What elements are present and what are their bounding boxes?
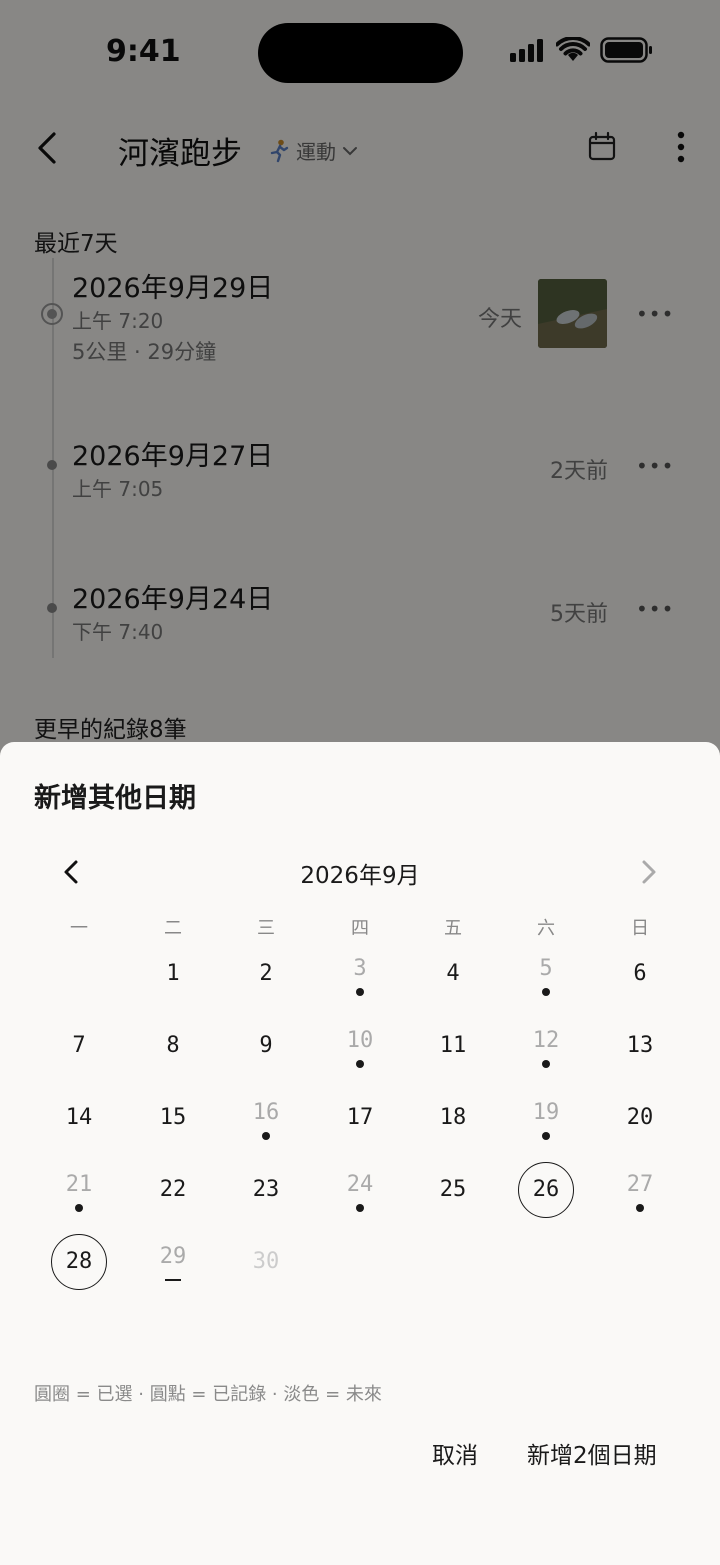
day-number: 12 [532, 1028, 560, 1053]
day-number: 6 [633, 961, 647, 986]
day-number: 4 [446, 961, 460, 986]
today-indicator [165, 1279, 181, 1281]
calendar-day-12[interactable]: 12 [516, 1016, 576, 1076]
dynamic-island [258, 23, 463, 83]
calendar-day-15[interactable]: 15 [143, 1088, 203, 1148]
day-number: 22 [159, 1177, 187, 1202]
calendar-day-23[interactable]: 23 [236, 1160, 296, 1220]
recorded-dot [542, 988, 550, 996]
recorded-dot [356, 988, 364, 996]
screen: 9:41 河濱跑步 運動 最近7天 2026年9月29日 上午 7:20 5公里… [0, 0, 720, 1565]
calendar-day-7[interactable]: 7 [49, 1016, 109, 1076]
calendar-day-13[interactable]: 13 [610, 1016, 670, 1076]
weekday-label: 二 [164, 918, 182, 939]
calendar-day-24[interactable]: 24 [330, 1160, 390, 1220]
day-number: 3 [353, 956, 367, 981]
calendar-day-29[interactable]: 29 [143, 1232, 203, 1292]
day-number: 9 [259, 1033, 273, 1058]
day-number: 11 [439, 1033, 467, 1058]
day-number: 5 [539, 956, 553, 981]
day-number: 8 [166, 1033, 180, 1058]
day-number: 17 [346, 1105, 374, 1130]
calendar-day-5[interactable]: 5 [516, 944, 576, 1004]
calendar-day-3[interactable]: 3 [330, 944, 390, 1004]
day-number: 27 [626, 1172, 654, 1197]
day-number: 19 [532, 1100, 560, 1125]
month-label: 2026年9月 [300, 863, 420, 889]
chevron-right-icon[interactable] [632, 854, 664, 890]
weekday-label: 一 [70, 918, 88, 939]
day-number: 15 [159, 1105, 187, 1130]
day-number: 18 [439, 1105, 467, 1130]
calendar-day-18[interactable]: 18 [423, 1088, 483, 1148]
recorded-dot [262, 1132, 270, 1140]
day-number: 2 [259, 961, 273, 986]
day-number: 1 [166, 961, 180, 986]
recorded-dot [542, 1132, 550, 1140]
day-number: 13 [626, 1033, 654, 1058]
day-number: 30 [252, 1249, 280, 1274]
calendar-day-25[interactable]: 25 [423, 1160, 483, 1220]
weekday-label: 四 [351, 918, 369, 939]
day-number: 23 [252, 1177, 280, 1202]
day-number: 25 [439, 1177, 467, 1202]
day-number: 10 [346, 1028, 374, 1053]
day-number: 7 [72, 1033, 86, 1058]
calendar-day-22[interactable]: 22 [143, 1160, 203, 1220]
calendar-day-4[interactable]: 4 [423, 944, 483, 1004]
day-number: 29 [159, 1244, 187, 1269]
weekday-label: 日 [631, 918, 649, 939]
calendar-day-16[interactable]: 16 [236, 1088, 296, 1148]
day-number: 14 [65, 1105, 93, 1130]
recorded-dot [75, 1204, 83, 1212]
day-number: 16 [252, 1100, 280, 1125]
day-number: 24 [346, 1172, 374, 1197]
weekday-label: 五 [444, 918, 462, 939]
calendar-day-19[interactable]: 19 [516, 1088, 576, 1148]
add-dates-button[interactable]: 新增2個日期 [527, 1436, 657, 1470]
weekday-label: 三 [257, 918, 275, 939]
sheet-title: 新增其他日期 [34, 783, 196, 814]
calendar-day-14[interactable]: 14 [49, 1088, 109, 1148]
day-number: 28 [65, 1249, 93, 1274]
calendar-day-21[interactable]: 21 [49, 1160, 109, 1220]
calendar-day-10[interactable]: 10 [330, 1016, 390, 1076]
calendar-day-26[interactable]: 26 [518, 1162, 574, 1218]
calendar-day-30: 30 [236, 1232, 296, 1292]
calendar-day-8[interactable]: 8 [143, 1016, 203, 1076]
calendar-day-6[interactable]: 6 [610, 944, 670, 1004]
calendar-day-17[interactable]: 17 [330, 1088, 390, 1148]
calendar-day-28[interactable]: 28 [51, 1234, 107, 1290]
calendar-day-11[interactable]: 11 [423, 1016, 483, 1076]
day-number: 26 [532, 1177, 560, 1202]
calendar-day-2[interactable]: 2 [236, 944, 296, 1004]
day-number: 20 [626, 1105, 654, 1130]
calendar-day-20[interactable]: 20 [610, 1088, 670, 1148]
recorded-dot [356, 1060, 364, 1068]
recorded-dot [542, 1060, 550, 1068]
recorded-dot [356, 1204, 364, 1212]
calendar-legend: 圓圈 = 已選 · 圓點 = 已記錄 · 淡色 = 未來 [34, 1384, 382, 1405]
day-number: 21 [65, 1172, 93, 1197]
date-picker-sheet: 新增其他日期 2026年9月 一二三四五六日 1 2 3 4 5 6 7 8 9 10 11 12 13… [0, 742, 720, 1565]
recorded-dot [636, 1204, 644, 1212]
calendar-day-1[interactable]: 1 [143, 944, 203, 1004]
calendar-day-9[interactable]: 9 [236, 1016, 296, 1076]
cancel-button[interactable]: 取消 [432, 1436, 478, 1470]
weekday-label: 六 [537, 918, 555, 939]
calendar-day-27[interactable]: 27 [610, 1160, 670, 1220]
